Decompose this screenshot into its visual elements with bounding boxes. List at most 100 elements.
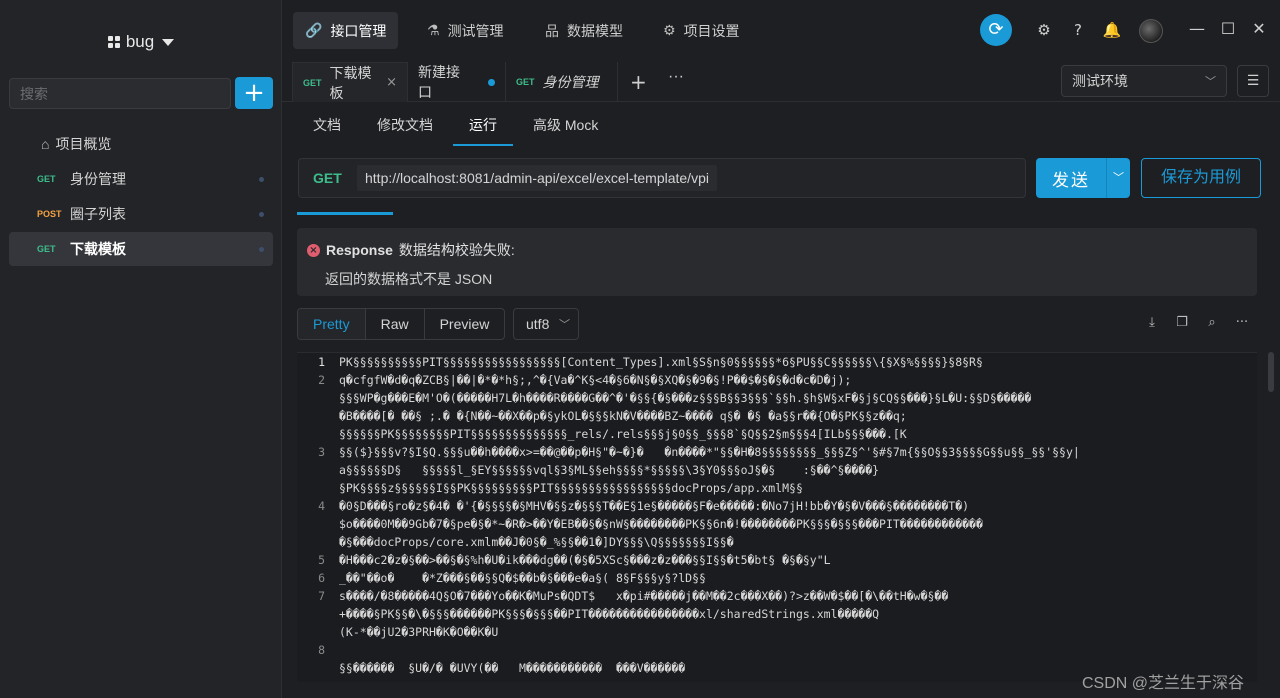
sidebar-item-label: 项目概览	[55, 136, 112, 152]
search-icon[interactable]: ⌕	[1203, 315, 1221, 333]
link-icon: 🔗	[305, 22, 323, 39]
code-text: �B����[� ��§ ;.� �{N��~��X��p�§ykOL�§§§k…	[339, 409, 907, 423]
error-prefix: Response	[326, 242, 393, 258]
sync-button[interactable]: ⟳	[980, 14, 1012, 46]
sidebar-item-label: 身份管理	[70, 171, 126, 187]
tab-label: 测试管理	[447, 22, 504, 39]
tab-advanced-mock[interactable]: 高级 Mock	[533, 104, 598, 146]
help-icon[interactable]: ?	[1068, 20, 1088, 40]
sidebar-item-download-template[interactable]: GET 下载模板	[9, 232, 273, 266]
send-button[interactable]: 发送 ﹀	[1036, 158, 1130, 198]
error-title: × Response 数据结构校验失败:	[307, 240, 515, 260]
url-input[interactable]: http://localhost:8081/admin-api/excel/ex…	[357, 165, 717, 191]
maximize-icon[interactable]: ☐	[1217, 18, 1239, 40]
code-line: 4 �0§D���§ro�z§�4� �'{�§§§§�§MHV�§§z�§§§T…	[297, 497, 1257, 515]
minimize-icon[interactable]: —	[1186, 18, 1208, 40]
response-toolbar: Pretty Raw Preview utf8 ﹀ ⤓ ❐ ⌕ ···	[297, 308, 1257, 340]
environment-select[interactable]: 测试环境 ﹀	[1061, 65, 1227, 97]
request-tab-label: 身份管理	[542, 74, 599, 90]
download-icon[interactable]: ⤓	[1143, 315, 1161, 333]
encoding-select[interactable]: utf8 ﹀	[513, 308, 579, 340]
settings-icon[interactable]: ⚙	[1034, 20, 1054, 40]
tab-run[interactable]: 运行	[453, 104, 513, 146]
status-dot	[259, 247, 264, 252]
method-select[interactable]: GET	[299, 170, 353, 186]
top-bar: 🔗 接口管理 ⚗ 测试管理 品 数据模型 ⚙ 项目设置 ⟳ ⚙ ? 🔔 — ☐ …	[282, 0, 1280, 60]
error-message: 返回的数据格式不是 JSON	[325, 271, 493, 287]
view-pretty[interactable]: Pretty	[298, 309, 366, 339]
code-line: §PK§§§§z§§§§§§I§§PK§§§§§§§§§PIT§§§§§§§§§…	[297, 479, 1257, 497]
method-badge: POST	[37, 209, 62, 219]
flask-icon: ⚗	[427, 22, 440, 39]
avatar[interactable]	[1139, 19, 1163, 43]
code-line: 3 §§($}§§§v?§I§Q.§§§u��h����x>=��@��p�H§"…	[297, 443, 1257, 461]
sidebar: bug + ⌂ 项目概览 GET 身份管理 POST 圈子列表 GET 下载模板	[0, 0, 282, 698]
send-label: 发送	[1052, 170, 1090, 190]
method-badge: GET	[516, 77, 535, 87]
project-switcher[interactable]: bug	[0, 28, 282, 56]
tab-test-management[interactable]: ⚗ 测试管理	[415, 12, 516, 49]
sidebar-item-circle-list[interactable]: POST 圈子列表	[9, 197, 273, 231]
request-progress-line	[297, 212, 393, 215]
code-text: §PK§§§§z§§§§§§I§§PK§§§§§§§§§PIT§§§§§§§§§…	[339, 481, 803, 495]
more-icon[interactable]: ···	[668, 68, 684, 86]
view-raw[interactable]: Raw	[366, 309, 425, 339]
tab-project-settings[interactable]: ⚙ 项目设置	[651, 12, 752, 49]
line-number	[297, 461, 339, 479]
bell-icon[interactable]: 🔔	[1102, 20, 1122, 40]
code-text: §§������ §U�/� �UVY(�� M����������� ���V…	[339, 661, 686, 675]
copy-icon[interactable]: ❐	[1173, 315, 1191, 333]
tab-edit-doc[interactable]: 修改文档	[377, 104, 433, 146]
save-as-case-button[interactable]: 保存为用例	[1141, 158, 1261, 198]
environment-menu-icon[interactable]: ☰	[1237, 65, 1269, 97]
chevron-down-icon: ﹀	[559, 318, 570, 331]
caret-down-icon	[162, 38, 175, 46]
chevron-down-icon[interactable]: ﹀	[1106, 158, 1130, 198]
tab-api-management[interactable]: 🔗 接口管理	[293, 12, 399, 49]
request-tab-new-api[interactable]: 新建接口	[408, 62, 506, 102]
code-text: a§§§§§§D§ §§§§§l_§EY§§§§§§vql§3§ML§§eh§§…	[339, 463, 880, 477]
line-number	[297, 407, 339, 425]
view-preview[interactable]: Preview	[425, 309, 505, 339]
code-text: s����/�8�����4Q§O�7���Yo��K�MuPs�QDT$ x�…	[339, 589, 949, 603]
sidebar-item-overview[interactable]: ⌂ 项目概览	[9, 127, 273, 161]
sidebar-item-identity[interactable]: GET 身份管理	[9, 162, 273, 196]
environment-value: 测试环境	[1072, 73, 1128, 89]
watermark: CSDN @芝兰生于深谷	[1082, 675, 1245, 692]
unsaved-dot	[488, 78, 495, 86]
tab-doc[interactable]: 文档	[313, 104, 341, 146]
request-tab-bar: GET 下载模板 × 新建接口 GET 身份管理 + ··· 测试环境 ﹀ ☰	[282, 60, 1280, 102]
method-badge: GET	[303, 77, 322, 88]
code-text: �H���c2�z�§��>��§�§%h�U�ik���dg��(�§�5XS…	[339, 553, 831, 567]
add-tab-icon[interactable]: +	[630, 70, 647, 94]
home-icon: ⌂	[41, 136, 50, 152]
close-icon[interactable]: ×	[386, 75, 397, 90]
more-icon[interactable]: ···	[1233, 315, 1251, 333]
tab-data-model[interactable]: 品 数据模型	[533, 12, 635, 49]
code-line: �B����[� ��§ ;.� �{N��~��X��p�§ykOL�§§§k…	[297, 407, 1257, 425]
scrollbar[interactable]	[1268, 352, 1274, 392]
encoding-value: utf8	[526, 316, 550, 332]
sidebar-search-input[interactable]	[9, 78, 231, 109]
line-number	[297, 515, 339, 533]
grid-icon	[107, 36, 120, 48]
code-line: 2 q�cfgfW�d�q�ZCB§|��|�*�*h§;,^�{Va�^K§<4…	[297, 371, 1257, 389]
method-badge: GET	[37, 174, 56, 184]
code-text: +����§PK§§�\�§§§������PK§§§�§§§��PIT����…	[339, 607, 880, 621]
code-text: §§§WP�g���E�M'O�(�����H7L�h����R����G��^…	[339, 391, 1032, 405]
response-body[interactable]: 1 PK§§§§§§§§§§PIT§§§§§§§§§§§§§§§§§[Conten…	[297, 352, 1257, 682]
request-tab-identity[interactable]: GET 身份管理	[506, 62, 618, 102]
line-number	[297, 659, 339, 677]
add-button[interactable]: +	[235, 77, 273, 109]
tab-label: 接口管理	[330, 22, 387, 39]
code-line: 5 �H���c2�z�§��>��§�§%h�U�ik���dg��(�§�5X…	[297, 551, 1257, 569]
line-number: 7	[318, 589, 325, 603]
line-number: 3	[318, 445, 325, 459]
line-number: 1	[318, 355, 325, 369]
request-tab-download-template[interactable]: GET 下载模板 ×	[292, 62, 408, 102]
code-text: §§($}§§§v?§I§Q.§§§u��h����x>=��@��p�H§"�…	[339, 445, 1080, 459]
tab-label: 数据模型	[567, 22, 623, 39]
project-name: bug	[125, 32, 155, 51]
close-window-icon[interactable]: ✕	[1248, 18, 1270, 40]
line-number: 5	[318, 553, 325, 567]
